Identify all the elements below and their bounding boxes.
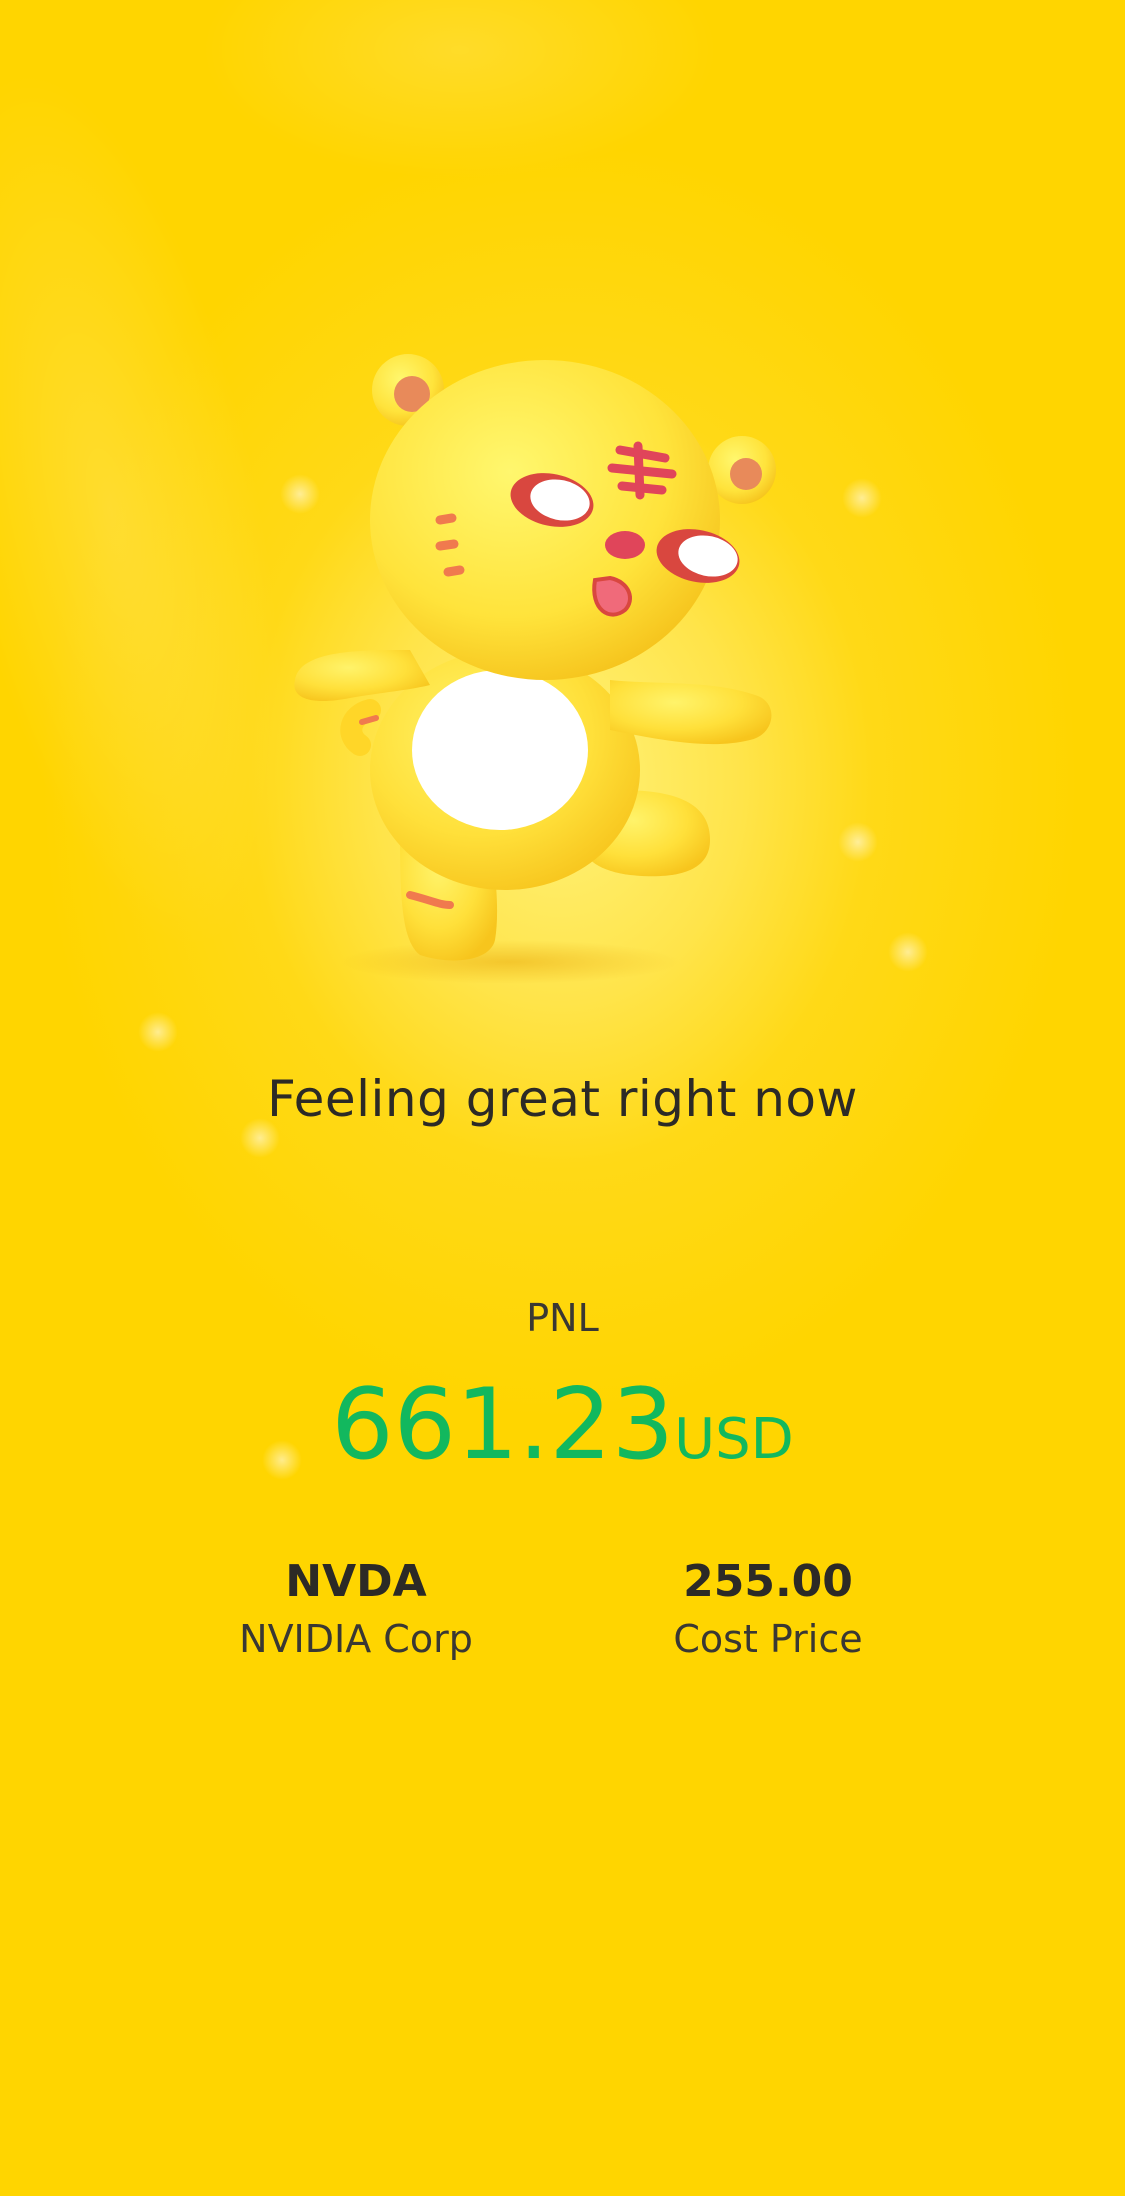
sparkle bbox=[888, 932, 928, 972]
background-wisp-top bbox=[200, 0, 720, 180]
tiger-mascot-icon bbox=[290, 350, 810, 990]
pnl-amount: 661.23 bbox=[331, 1368, 675, 1482]
cost-info: 255.00 Cost Price bbox=[588, 1556, 948, 1662]
cost-price-value: 255.00 bbox=[683, 1556, 853, 1607]
pnl-label: PNL bbox=[526, 1296, 599, 1340]
stock-name: NVIDIA Corp bbox=[239, 1616, 473, 1661]
sparkle bbox=[842, 478, 882, 518]
stock-info: NVDA NVIDIA Corp bbox=[176, 1556, 536, 1662]
sparkle bbox=[138, 1012, 178, 1052]
cost-price-label: Cost Price bbox=[673, 1616, 863, 1661]
pnl-value: 661.23USD bbox=[0, 1376, 1125, 1474]
mood-message: Feeling great right now bbox=[267, 1070, 858, 1128]
stock-ticker: NVDA bbox=[285, 1556, 427, 1607]
sparkle bbox=[838, 822, 878, 862]
pnl-currency-unit: USD bbox=[674, 1407, 794, 1472]
